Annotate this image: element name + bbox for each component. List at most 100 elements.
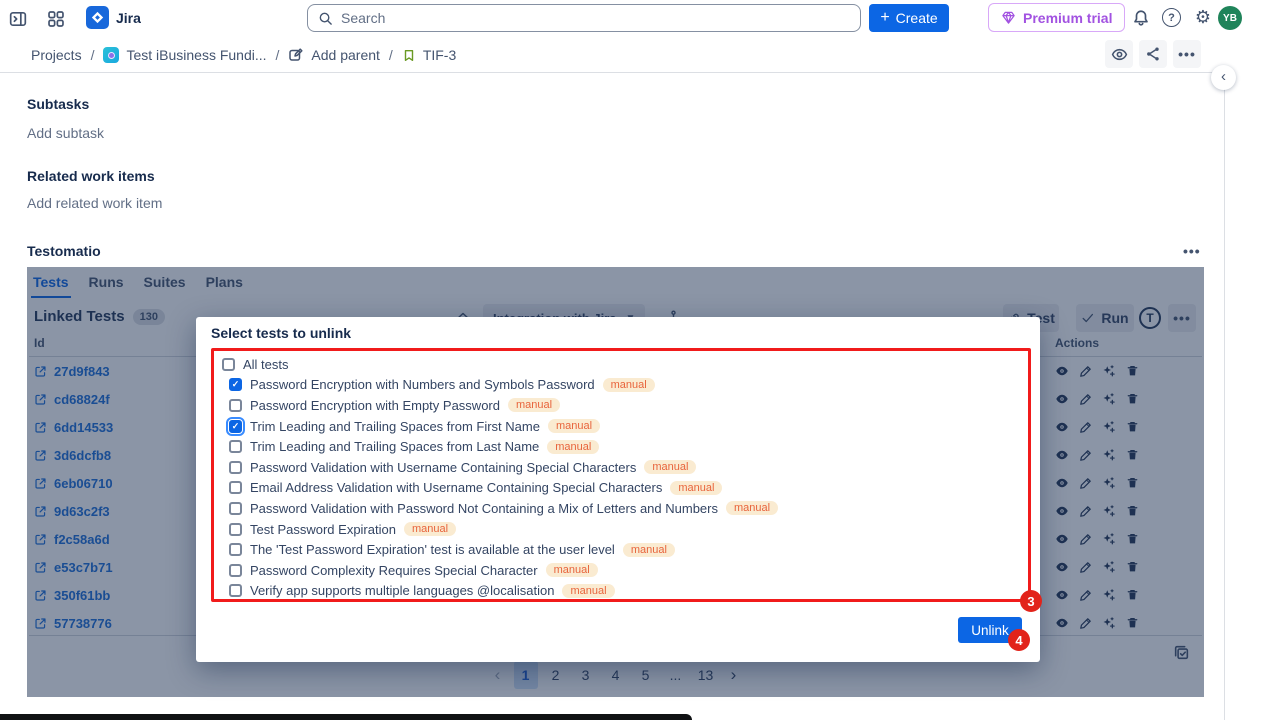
checkbox[interactable]	[229, 378, 242, 391]
expand-panel-button[interactable]: ‹	[1211, 65, 1236, 90]
widget-tab[interactable]: Runs	[87, 272, 126, 298]
checkbox[interactable]	[229, 502, 242, 515]
test-checkbox-row[interactable]: Password Complexity Requires Special Cha…	[229, 560, 1020, 581]
test-id-link[interactable]: 27d9f843	[34, 364, 110, 379]
widget-more-actions-button[interactable]: •••	[1168, 304, 1196, 332]
ai-sparkles-icon[interactable]	[1102, 364, 1116, 378]
widget-more-icon[interactable]: •••	[1183, 243, 1201, 259]
edit-icon[interactable]	[1079, 449, 1092, 462]
checkbox[interactable]	[229, 420, 242, 433]
checkbox[interactable]	[229, 399, 242, 412]
delete-icon[interactable]	[1126, 476, 1139, 490]
widget-tab[interactable]: Plans	[204, 272, 245, 298]
ai-sparkles-icon[interactable]	[1102, 504, 1116, 518]
delete-icon[interactable]	[1126, 364, 1139, 378]
notifications-icon[interactable]	[1131, 8, 1151, 28]
view-icon[interactable]	[1055, 588, 1069, 602]
test-id-link[interactable]: 9d63c2f3	[34, 504, 110, 519]
test-id-link[interactable]: 6eb06710	[34, 476, 113, 491]
checkbox[interactable]	[229, 584, 242, 597]
test-id-link[interactable]: f2c58a6d	[34, 532, 110, 547]
edit-icon[interactable]	[1079, 393, 1092, 406]
checkbox[interactable]	[229, 461, 242, 474]
page-button[interactable]: 4	[604, 661, 628, 689]
help-icon[interactable]: ?	[1162, 8, 1181, 27]
edit-icon[interactable]	[1079, 365, 1092, 378]
test-checkbox-row[interactable]: The 'Test Password Expiration' test is a…	[229, 539, 1020, 560]
page-button[interactable]: 1	[514, 661, 538, 689]
ai-sparkles-icon[interactable]	[1102, 392, 1116, 406]
test-checkbox-row[interactable]: Trim Leading and Trailing Spaces from Fi…	[229, 416, 1020, 437]
view-icon[interactable]	[1055, 616, 1069, 630]
bulk-select-icon[interactable]	[1173, 644, 1190, 661]
breadcrumb-projects[interactable]: Projects	[31, 47, 82, 63]
ai-sparkles-icon[interactable]	[1102, 560, 1116, 574]
ai-sparkles-icon[interactable]	[1102, 476, 1116, 490]
edit-icon[interactable]	[1079, 421, 1092, 434]
test-checkbox-row[interactable]: Trim Leading and Trailing Spaces from La…	[229, 436, 1020, 457]
view-icon[interactable]	[1055, 476, 1069, 490]
all-tests-checkbox-row[interactable]: All tests	[222, 354, 1020, 375]
checkbox[interactable]	[229, 481, 242, 494]
add-parent-button[interactable]: Add parent	[288, 47, 380, 63]
share-button[interactable]	[1139, 40, 1167, 68]
test-id-link[interactable]: 6dd14533	[34, 420, 113, 435]
user-avatar[interactable]: YB	[1218, 6, 1242, 30]
ai-sparkles-icon[interactable]	[1102, 616, 1116, 630]
edit-icon[interactable]	[1079, 505, 1092, 518]
test-checkbox-row[interactable]: Verify app supports multiple languages @…	[229, 581, 1020, 602]
checkbox[interactable]	[229, 543, 242, 556]
view-icon[interactable]	[1055, 420, 1069, 434]
add-related-item-button[interactable]: Add related work item	[27, 195, 162, 211]
global-search[interactable]	[307, 4, 861, 32]
ai-sparkles-icon[interactable]	[1102, 448, 1116, 462]
next-page-icon[interactable]: ›	[724, 661, 744, 689]
test-checkbox-row[interactable]: Password Encryption with Numbers and Sym…	[229, 375, 1020, 396]
edit-icon[interactable]	[1079, 533, 1092, 546]
breadcrumb-project[interactable]: Test iBusiness Fundi...	[103, 47, 266, 63]
page-button[interactable]: 5	[634, 661, 658, 689]
breadcrumb-issue-key[interactable]: TIF-3	[402, 47, 456, 63]
delete-icon[interactable]	[1126, 616, 1139, 630]
premium-trial-button[interactable]: Premium trial	[988, 3, 1125, 32]
page-button[interactable]: 2	[544, 661, 568, 689]
test-checkbox-row[interactable]: Email Address Validation with Username C…	[229, 478, 1020, 499]
test-id-link[interactable]: 57738776	[34, 616, 112, 631]
delete-icon[interactable]	[1126, 420, 1139, 434]
ai-sparkles-icon[interactable]	[1102, 420, 1116, 434]
edit-icon[interactable]	[1079, 477, 1092, 490]
collapse-sidebar-icon[interactable]	[8, 9, 28, 29]
edit-icon[interactable]	[1079, 589, 1092, 602]
page-button[interactable]: 3	[574, 661, 598, 689]
search-input[interactable]	[341, 10, 850, 26]
view-icon[interactable]	[1055, 364, 1069, 378]
widget-tab[interactable]: Tests	[31, 272, 71, 298]
test-id-link[interactable]: cd68824f	[34, 392, 110, 407]
checkbox[interactable]	[222, 358, 235, 371]
ai-sparkles-icon[interactable]	[1102, 532, 1116, 546]
test-id-link[interactable]: 350f61bb	[34, 588, 110, 603]
test-checkbox-row[interactable]: Password Validation with Username Contai…	[229, 457, 1020, 478]
delete-icon[interactable]	[1126, 392, 1139, 406]
view-icon[interactable]	[1055, 448, 1069, 462]
run-button[interactable]: Run	[1076, 304, 1134, 332]
page-button[interactable]: 13	[694, 661, 718, 689]
edit-icon[interactable]	[1079, 617, 1092, 630]
watch-button[interactable]	[1105, 40, 1133, 68]
more-actions-button[interactable]: •••	[1173, 40, 1201, 68]
checkbox[interactable]	[229, 564, 242, 577]
testomatio-logo-icon[interactable]: T	[1139, 307, 1161, 329]
view-icon[interactable]	[1055, 504, 1069, 518]
test-checkbox-row[interactable]: Password Validation with Password Not Co…	[229, 498, 1020, 519]
checkbox[interactable]	[229, 440, 242, 453]
view-icon[interactable]	[1055, 532, 1069, 546]
previous-page-icon[interactable]: ‹	[488, 661, 508, 689]
test-id-link[interactable]: e53c7b71	[34, 560, 113, 575]
page-button[interactable]: ...	[664, 661, 688, 689]
jira-logo-icon[interactable]	[86, 6, 109, 29]
add-subtask-button[interactable]: Add subtask	[27, 125, 104, 141]
create-button[interactable]: + Create	[869, 4, 949, 32]
app-switcher-icon[interactable]	[46, 9, 66, 29]
settings-gear-icon[interactable]: ⚙	[1192, 6, 1214, 28]
delete-icon[interactable]	[1126, 560, 1139, 574]
